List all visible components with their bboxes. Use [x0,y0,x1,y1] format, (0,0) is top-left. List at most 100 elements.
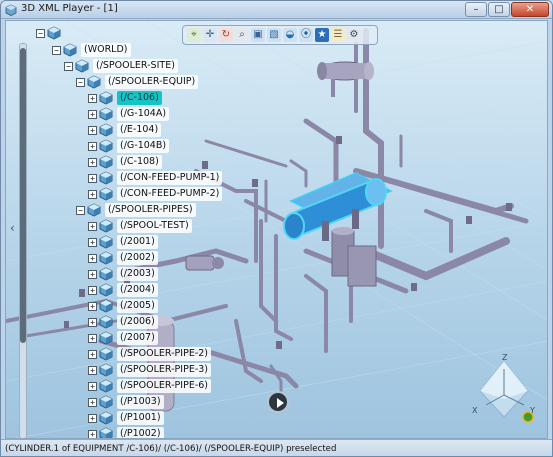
tree-node-root[interactable]: − [36,25,65,41]
tree-node-label[interactable]: (/SPOOLER-EQUIP) [105,75,199,89]
tree-node-2002[interactable]: + (/2002) [88,250,158,266]
tree-node-label[interactable]: (/G-104A) [117,107,170,121]
tree-node-label[interactable]: (WORLD) [81,43,131,57]
3d-viewport[interactable]: ⌖ ✛ ↻ ⌕ ▣ ▧ ◒ ⦿ ★ ☰ ⚙ ‹ − − (WORLD) − (/… [5,20,548,439]
collapse-toggle[interactable]: − [36,28,45,38]
tree-node-label-selected[interactable]: (/C-106) [117,91,162,105]
tree-node-label[interactable]: (/2001) [117,235,158,249]
collapse-tree-arrow-icon[interactable]: ‹ [10,221,18,235]
tree-node-e-104[interactable]: + (/E-104) [88,122,162,138]
expand-toggle[interactable]: + [88,413,97,423]
tree-scroll-thumb[interactable] [20,48,26,343]
title-bar[interactable]: 3D XML Player - [1] – □ ✕ [1,1,552,19]
expand-toggle[interactable]: + [88,381,97,391]
tree-node-label[interactable]: (/2006) [117,315,158,329]
tree-node-label[interactable]: (/P1002) [117,427,164,438]
tree-node-p1002[interactable]: + (/P1002) [88,426,164,438]
tree-node-2003[interactable]: + (/2003) [88,266,158,282]
expand-toggle[interactable]: + [88,333,97,343]
tree-node-g-104b[interactable]: + (/G-104B) [88,138,170,154]
window-title: 3D XML Player - [1] [21,3,118,14]
expand-toggle[interactable]: + [88,301,97,311]
tree-scrollbar[interactable] [19,43,27,438]
tree-node-spooler-pipe-3[interactable]: + (/SPOOLER-PIPE-3) [88,362,212,378]
expand-toggle[interactable]: + [88,429,97,438]
tree-node-spooler-pipes[interactable]: − (/SPOOLER-PIPES) [76,202,196,218]
tree-node-label[interactable]: (/SPOOLER-PIPES) [105,203,196,217]
tree-node-p1003[interactable]: + (/P1003) [88,394,164,410]
expand-toggle[interactable]: + [88,141,97,151]
app-logo-icon [5,4,17,16]
tree-node-2006[interactable]: + (/2006) [88,314,158,330]
settings-icon[interactable]: ⚙ [347,28,361,42]
minimize-button[interactable]: – [465,2,487,17]
product-cube-icon [87,203,101,217]
tree-node-label[interactable]: (/2003) [117,267,158,281]
expand-toggle[interactable]: + [88,253,97,263]
expand-toggle[interactable]: + [88,189,97,199]
tree-node-label[interactable]: (/2005) [117,299,158,313]
play-button[interactable] [267,391,289,413]
expand-toggle[interactable]: + [88,237,97,247]
product-cube-icon [47,26,61,40]
collapse-toggle[interactable]: − [64,61,73,71]
product-cube-icon [99,379,113,393]
tree-node-spooler-pipe-6[interactable]: + (/SPOOLER-PIPE-6) [88,378,212,394]
expand-toggle[interactable]: + [88,285,97,295]
product-cube-icon [99,219,113,233]
tree-node-world[interactable]: − (WORLD) [52,42,131,58]
tree-node-2007[interactable]: + (/2007) [88,330,158,346]
tree-node-label[interactable]: (/SPOOLER-PIPE-6) [117,379,212,393]
tree-node-p1001[interactable]: + (/P1001) [88,410,164,426]
tree-node-label[interactable]: (/2002) [117,251,158,265]
tree-node-label[interactable]: (/C-108) [117,155,162,169]
tree-node-label[interactable]: (/CON-FEED-PUMP-1) [117,171,223,185]
expand-toggle[interactable]: + [88,269,97,279]
collapse-toggle[interactable]: − [76,205,85,215]
tree-node-c-108[interactable]: + (/C-108) [88,154,162,170]
expand-toggle[interactable]: + [88,221,97,231]
expand-toggle[interactable]: + [88,317,97,327]
expand-toggle[interactable]: + [88,397,97,407]
tree-node-label[interactable]: (/E-104) [117,123,162,137]
tree-node-label[interactable]: (/G-104B) [117,139,170,153]
tree-node-label[interactable]: (/2007) [117,331,158,345]
tree-node-spool-test[interactable]: + (/SPOOL-TEST) [88,218,192,234]
tree-node-label[interactable]: (/SPOOLER-PIPE-2) [117,347,212,361]
expand-toggle[interactable]: + [88,157,97,167]
collapse-toggle[interactable]: − [52,45,61,55]
expand-toggle[interactable]: + [88,349,97,359]
tree-node-label[interactable]: (/SPOOLER-PIPE-3) [117,363,212,377]
tree-node-2001[interactable]: + (/2001) [88,234,158,250]
expand-toggle[interactable]: + [88,109,97,119]
expand-toggle[interactable]: + [88,365,97,375]
tree-node-spooler-pipe-2[interactable]: + (/SPOOLER-PIPE-2) [88,346,212,362]
tree-node-con-feed-pump-2[interactable]: + (/CON-FEED-PUMP-2) [88,186,223,202]
tree-node-spooler-site[interactable]: − (/SPOOLER-SITE) [64,58,178,74]
tree-node-g-104a[interactable]: + (/G-104A) [88,106,170,122]
tree-node-label[interactable]: (/P1003) [117,395,164,409]
compass-icon[interactable]: Z X Y [468,351,540,423]
properties-icon[interactable]: ☰ [331,28,345,42]
maximize-button[interactable]: □ [488,2,510,17]
tree-node-c-106[interactable]: + (/C-106) [88,90,162,106]
expand-toggle[interactable]: + [88,125,97,135]
collapse-toggle[interactable]: − [76,77,85,87]
specification-tree: − − (WORLD) − (/SPOOLER-SITE) − (/SPOOLE… [28,23,288,438]
measure-icon[interactable]: ★ [315,28,329,42]
product-cube-icon [99,411,113,425]
close-button[interactable]: ✕ [511,2,549,17]
tree-node-2004[interactable]: + (/2004) [88,282,158,298]
tree-node-spooler-equip[interactable]: − (/SPOOLER-EQUIP) [76,74,199,90]
expand-toggle[interactable]: + [88,173,97,183]
tree-node-con-feed-pump-1[interactable]: + (/CON-FEED-PUMP-1) [88,170,223,186]
tree-node-label[interactable]: (/2004) [117,283,158,297]
tree-node-label[interactable]: (/SPOOLER-SITE) [93,59,178,73]
tree-node-2005[interactable]: + (/2005) [88,298,158,314]
tree-node-label[interactable]: (/CON-FEED-PUMP-2) [117,187,223,201]
product-cube-icon [99,123,113,137]
hide-show-icon[interactable]: ⦿ [299,28,313,42]
tree-node-label[interactable]: (/P1001) [117,411,164,425]
expand-toggle[interactable]: + [88,93,97,103]
tree-node-label[interactable]: (/SPOOL-TEST) [117,219,192,233]
